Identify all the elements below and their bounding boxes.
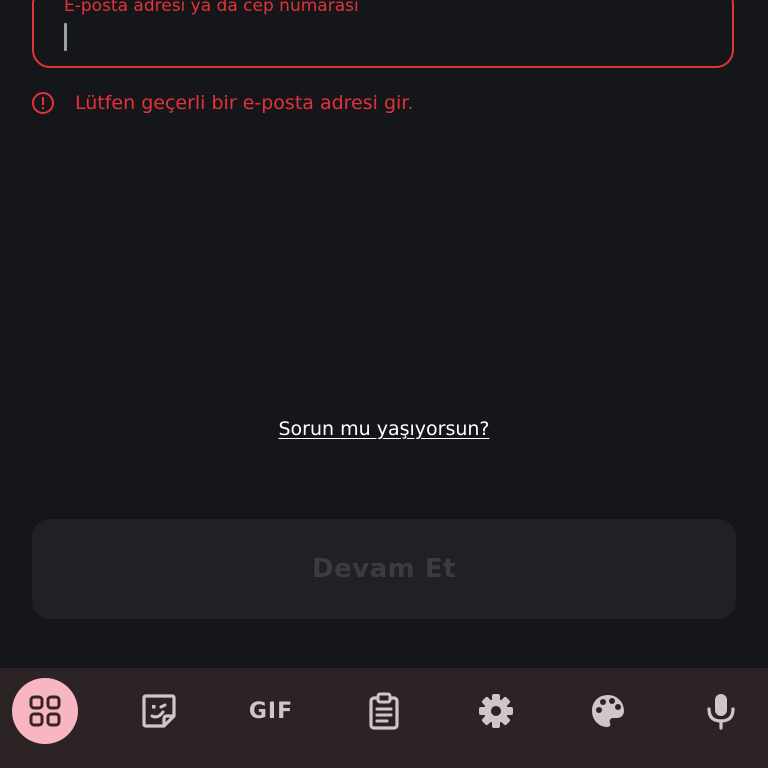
email-field-label: E-posta adresi ya da cep numarası (64, 0, 359, 16)
settings-button[interactable] (463, 678, 529, 744)
theme-button[interactable] (575, 678, 641, 744)
error-message-row: Lütfen geçerli bir e-posta adresi gir. (31, 90, 413, 116)
text-cursor (64, 23, 67, 51)
continue-button[interactable]: Devam Et (32, 519, 736, 619)
trouble-link[interactable]: Sorun mu yaşıyorsun? (0, 418, 768, 440)
keyboard-toolbar: GIF (0, 668, 768, 768)
login-screen: E-posta adresi ya da cep numarası Lütfen… (0, 0, 768, 768)
gif-icon: GIF (248, 698, 294, 724)
error-message: Lütfen geçerli bir e-posta adresi gir. (75, 92, 414, 114)
sticker-button[interactable] (126, 678, 192, 744)
voice-input-button[interactable] (688, 678, 754, 744)
error-icon (32, 92, 54, 114)
email-field[interactable]: E-posta adresi ya da cep numarası (32, 0, 734, 68)
apps-grid-button[interactable] (12, 678, 78, 744)
microphone-icon (707, 694, 735, 730)
gif-button[interactable]: GIF (238, 678, 304, 744)
clipboard-icon (369, 692, 399, 730)
clipboard-button[interactable] (351, 678, 417, 744)
apps-grid-icon (29, 695, 61, 727)
gear-icon (479, 694, 513, 728)
sticker-icon (142, 694, 176, 728)
palette-icon (592, 695, 624, 727)
